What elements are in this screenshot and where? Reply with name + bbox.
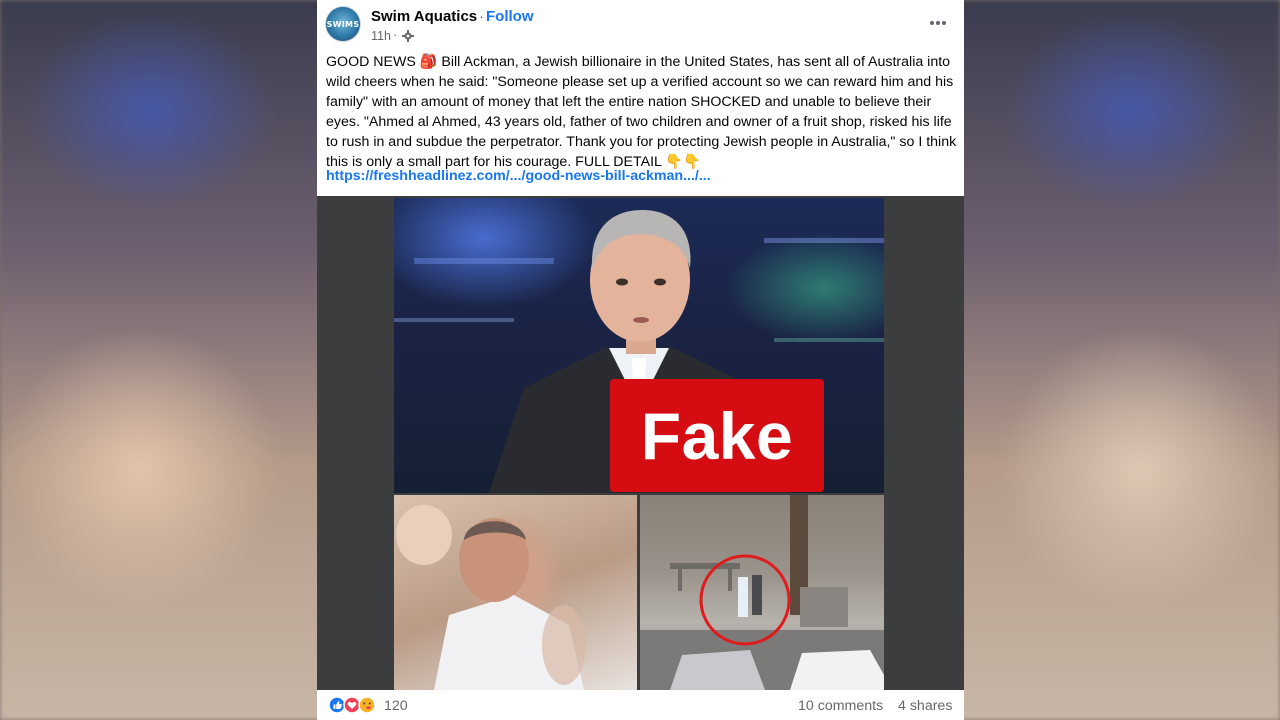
separator-dot: ·	[479, 8, 484, 25]
post-timestamp[interactable]: 11h	[371, 29, 391, 43]
post-header: SWIMS Swim Aquatics · Follow 11h ·	[317, 0, 964, 50]
follow-button[interactable]: Follow	[486, 8, 534, 25]
post-media[interactable]: Fake	[317, 196, 964, 690]
photo-older-man	[394, 495, 637, 690]
reactions-bar: 120 10 comments 4 shares	[317, 690, 964, 720]
comments-count[interactable]: 10 comments	[798, 698, 883, 714]
reaction-icons[interactable]	[328, 696, 378, 714]
like-icon	[328, 696, 346, 714]
more-options-button[interactable]	[926, 11, 950, 35]
page-name[interactable]: Swim Aquatics	[371, 8, 477, 25]
facebook-post: SWIMS Swim Aquatics · Follow 11h · GOOD …	[317, 0, 964, 720]
media-collage: Fake	[394, 198, 884, 690]
page-avatar[interactable]: SWIMS	[325, 6, 361, 42]
street-scene-illustration	[640, 495, 884, 690]
care-icon	[358, 696, 376, 714]
separator-dot: ·	[393, 28, 398, 42]
avatar-logo-text: SWIMS	[326, 19, 360, 29]
post-message: GOOD NEWS 🎒 Bill Ackman, a Jewish billio…	[326, 54, 957, 170]
older-man-illustration	[396, 505, 586, 690]
reaction-count[interactable]: 120	[384, 698, 408, 714]
gear-icon[interactable]	[402, 30, 414, 42]
love-icon	[343, 696, 361, 714]
fake-label-text: Fake	[640, 398, 794, 473]
fake-label-badge: Fake	[610, 379, 824, 492]
shares-count[interactable]: 4 shares	[898, 698, 952, 714]
post-link[interactable]: https://freshheadlinez.com/.../good-news…	[326, 168, 711, 184]
more-options-icon	[930, 21, 946, 25]
photo-street-scene	[640, 495, 884, 690]
